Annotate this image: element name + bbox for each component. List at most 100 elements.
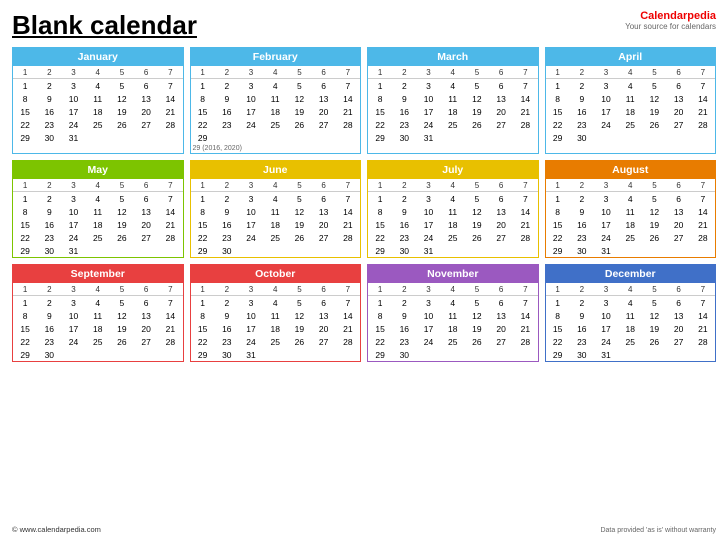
day-cell: 11 [86, 205, 110, 218]
day-cell: 21 [691, 322, 715, 335]
day-cell: 10 [416, 309, 440, 322]
dow-header: 4 [263, 179, 287, 192]
day-cell: 4 [441, 192, 465, 206]
day-cell [513, 131, 537, 144]
day-cell: 18 [441, 322, 465, 335]
day-cell: 13 [667, 92, 691, 105]
dow-header: 6 [312, 179, 336, 192]
day-cell: 12 [465, 309, 489, 322]
day-cell: 18 [441, 105, 465, 118]
day-cell: 17 [594, 322, 618, 335]
day-cell: 25 [263, 335, 287, 348]
day-cell: 9 [37, 92, 61, 105]
day-cell: 12 [642, 309, 666, 322]
day-cell: 21 [158, 322, 182, 335]
day-cell: 25 [441, 118, 465, 131]
dow-header: 6 [134, 283, 158, 296]
day-cell: 15 [368, 218, 392, 231]
day-cell: 25 [263, 118, 287, 131]
day-cell: 7 [158, 79, 182, 93]
day-cell [239, 131, 263, 144]
dow-header: 6 [312, 283, 336, 296]
day-cell: 7 [513, 296, 537, 310]
day-cell: 29 [191, 244, 215, 257]
day-cell: 10 [594, 205, 618, 218]
day-cell: 11 [618, 205, 642, 218]
day-cell: 4 [618, 296, 642, 310]
day-cell [513, 348, 537, 361]
day-cell: 22 [191, 118, 215, 131]
day-cell: 3 [239, 79, 263, 93]
day-cell: 8 [546, 205, 570, 218]
day-cell: 6 [667, 296, 691, 310]
day-cell: 7 [691, 79, 715, 93]
day-cell: 16 [392, 105, 416, 118]
day-cell: 25 [86, 231, 110, 244]
day-cell: 22 [191, 231, 215, 244]
dow-header: 5 [642, 179, 666, 192]
day-cell: 19 [287, 105, 311, 118]
day-cell [158, 348, 182, 361]
day-cell: 29 [368, 348, 392, 361]
day-cell: 10 [416, 205, 440, 218]
day-cell: 24 [594, 118, 618, 131]
day-cell: 28 [336, 231, 360, 244]
dow-header: 7 [158, 283, 182, 296]
day-cell: 9 [37, 309, 61, 322]
day-cell [642, 131, 666, 144]
day-cell: 17 [239, 105, 263, 118]
day-cell: 26 [110, 231, 134, 244]
day-cell: 28 [336, 335, 360, 348]
day-cell: 4 [263, 79, 287, 93]
dow-header: 7 [691, 66, 715, 79]
day-cell [667, 131, 691, 144]
day-cell: 6 [312, 192, 336, 206]
footer-left: © www.calendarpedia.com [12, 525, 101, 534]
day-cell: 6 [489, 296, 513, 310]
day-cell: 30 [37, 131, 61, 144]
day-cell: 26 [465, 335, 489, 348]
dow-header: 6 [667, 179, 691, 192]
day-cell: 13 [134, 309, 158, 322]
page: Calendarpedia Your source for calendars … [0, 0, 728, 538]
day-cell: 18 [618, 322, 642, 335]
day-cell: 2 [215, 296, 239, 310]
dow-header: 1 [368, 179, 392, 192]
dow-header: 4 [618, 283, 642, 296]
day-cell: 16 [570, 105, 594, 118]
day-cell: 13 [667, 205, 691, 218]
day-cell: 5 [287, 79, 311, 93]
day-cell: 27 [312, 118, 336, 131]
day-cell [86, 348, 110, 361]
day-cell: 20 [667, 105, 691, 118]
dow-header: 6 [667, 283, 691, 296]
day-cell: 28 [513, 118, 537, 131]
day-cell: 12 [642, 92, 666, 105]
day-cell: 21 [513, 105, 537, 118]
day-cell: 15 [546, 218, 570, 231]
dow-header: 7 [691, 283, 715, 296]
dow-header: 6 [134, 66, 158, 79]
day-cell: 25 [441, 231, 465, 244]
day-cell: 17 [239, 218, 263, 231]
day-cell: 2 [392, 79, 416, 93]
day-cell: 10 [239, 309, 263, 322]
day-cell: 28 [691, 335, 715, 348]
day-cell: 11 [86, 309, 110, 322]
day-cell: 6 [312, 296, 336, 310]
day-cell: 7 [691, 296, 715, 310]
day-cell: 9 [570, 92, 594, 105]
day-cell [465, 348, 489, 361]
day-cell: 24 [416, 231, 440, 244]
day-cell: 5 [642, 192, 666, 206]
day-cell: 12 [287, 309, 311, 322]
day-cell: 14 [158, 205, 182, 218]
day-cell: 23 [570, 335, 594, 348]
day-cell: 26 [642, 118, 666, 131]
day-cell: 29 [546, 244, 570, 257]
day-cell: 14 [691, 205, 715, 218]
day-cell: 3 [416, 192, 440, 206]
day-cell: 16 [37, 105, 61, 118]
dow-header: 2 [392, 66, 416, 79]
day-cell: 18 [618, 105, 642, 118]
